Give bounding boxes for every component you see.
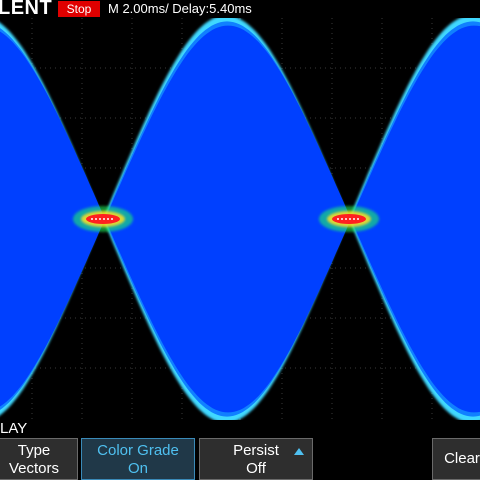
waveform-display bbox=[0, 18, 480, 420]
waveform-envelope bbox=[0, 18, 480, 420]
waveform-canvas bbox=[0, 18, 480, 420]
arrow-up-icon bbox=[294, 448, 304, 455]
softkey-persist-value: Off bbox=[246, 460, 266, 477]
softkey-type-label: Type bbox=[17, 442, 51, 459]
run-stop-badge[interactable]: Stop bbox=[58, 1, 100, 17]
softkey-clear[interactable]: Clear bbox=[432, 438, 480, 480]
timebase-readout: M 2.00ms/ Delay:5.40ms bbox=[108, 1, 252, 16]
status-bar: LENT Stop M 2.00ms/ Delay:5.40ms bbox=[0, 0, 480, 19]
softkey-type[interactable]: Type Vectors bbox=[0, 438, 78, 480]
menu-title: LAY bbox=[0, 420, 28, 437]
softkey-color-grade-label: Color Grade bbox=[97, 442, 179, 459]
softkey-type-value: Vectors bbox=[8, 460, 60, 477]
menu-title-bar bbox=[0, 420, 480, 438]
softkey-color-grade-value: On bbox=[127, 460, 148, 477]
waveform-lobe-body bbox=[105, 25, 351, 413]
brand-logo: LENT bbox=[0, 0, 53, 19]
softkey-clear-label: Clear bbox=[444, 450, 480, 467]
softkey-persist[interactable]: Persist Off bbox=[199, 438, 313, 480]
softkey-color-grade[interactable]: Color Grade On bbox=[81, 438, 195, 480]
